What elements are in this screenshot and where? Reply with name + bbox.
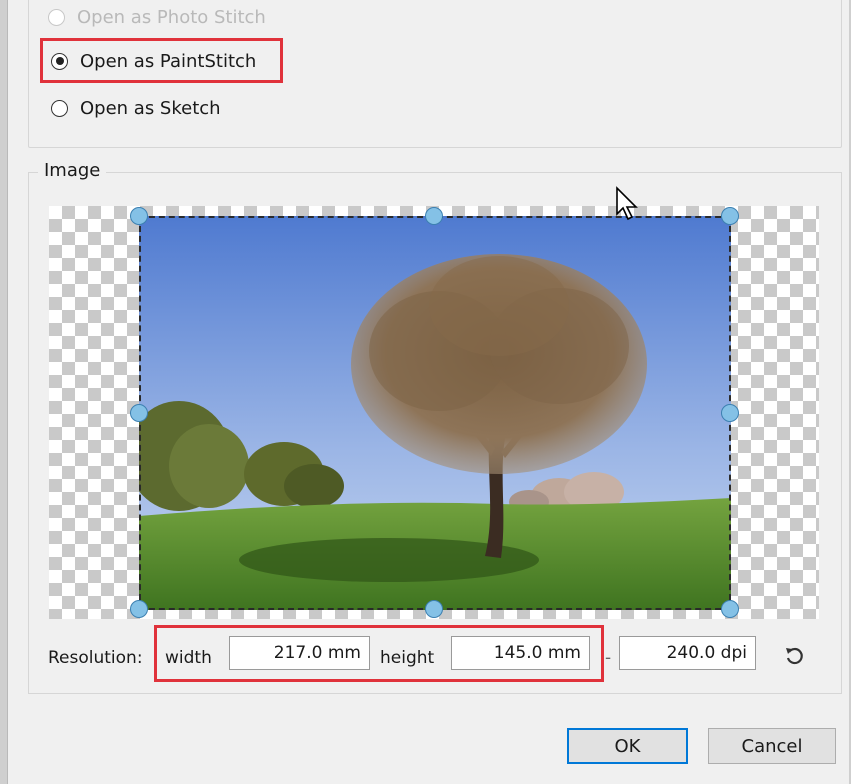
radio-circle — [51, 99, 68, 117]
selection-border — [139, 216, 731, 610]
radio-label: Open as Photo Stitch — [77, 6, 266, 28]
radio-label: Open as PaintStitch — [80, 50, 257, 72]
cancel-button[interactable]: Cancel — [708, 728, 836, 764]
radio-open-sketch[interactable]: Open as Sketch — [51, 93, 221, 123]
radio-open-paintstitch[interactable]: Open as PaintStitch — [51, 46, 256, 76]
resize-handle-right[interactable] — [721, 404, 739, 422]
resize-handle-left[interactable] — [130, 404, 148, 422]
resize-handle-top[interactable] — [425, 207, 443, 225]
radio-circle — [48, 8, 65, 26]
dpi-field[interactable]: 240.0 dpi — [619, 636, 756, 670]
radio-open-photo-stitch[interactable]: Open as Photo Stitch — [48, 2, 266, 32]
resize-handle-bottom-left[interactable] — [130, 600, 148, 618]
resize-handle-top-left[interactable] — [130, 207, 148, 225]
mouse-pointer-icon — [616, 186, 638, 221]
image-group-legend: Image — [38, 160, 107, 181]
width-label: width — [165, 648, 212, 668]
width-field[interactable]: 217.0 mm — [229, 636, 370, 670]
window-left-border — [0, 0, 8, 784]
separator-dash: - — [605, 648, 612, 668]
radio-circle — [51, 52, 68, 70]
reset-icon[interactable] — [784, 646, 804, 666]
resize-handle-bottom-right[interactable] — [721, 600, 739, 618]
radio-label: Open as Sketch — [80, 97, 221, 119]
radio-dot — [55, 57, 64, 65]
resolution-label: Resolution: — [48, 648, 143, 668]
resize-handle-bottom[interactable] — [425, 600, 443, 618]
resize-handle-top-right[interactable] — [721, 207, 739, 225]
height-field[interactable]: 145.0 mm — [451, 636, 590, 670]
ok-button[interactable]: OK — [567, 728, 688, 764]
height-label: height — [380, 648, 435, 668]
